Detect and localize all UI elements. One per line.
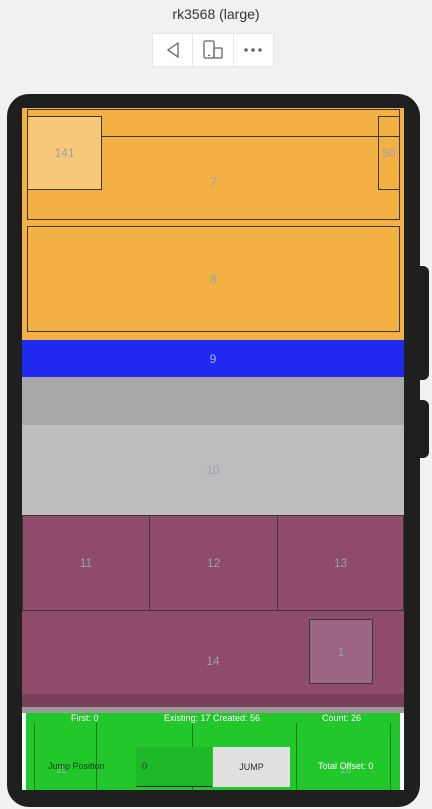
item-8-label: 8 (210, 272, 217, 286)
count-text: Count: 26 (322, 713, 362, 723)
more-button[interactable] (234, 34, 273, 66)
device-rotate-icon (203, 40, 223, 59)
total-offset-text: Total Offset: 0 (318, 761, 374, 771)
gray-band (22, 377, 404, 425)
device-screen: 7 141 50 8 9 10 11 12 13 14 1 First: 0 E… (22, 108, 404, 790)
list-item-10[interactable]: 10 (22, 425, 404, 515)
grid-item-13[interactable]: 13 (277, 515, 404, 611)
panel-divider (34, 723, 35, 790)
existing-created-text: Existing: 17 Created: 56 (164, 713, 261, 723)
jump-position-label: Jump Position (48, 761, 105, 771)
volume-button (420, 266, 429, 380)
first-index-text: First: 0 (71, 713, 99, 723)
device-toolbar (152, 33, 274, 67)
control-panel: First: 0 Existing: 17 Created: 56 Count:… (26, 713, 400, 790)
list-item-9[interactable]: 9 (22, 340, 404, 377)
badge-item-1[interactable]: 1 (309, 619, 373, 684)
jump-position-input[interactable]: 0 (136, 747, 212, 787)
power-button (420, 400, 429, 458)
panel-divider (390, 723, 391, 790)
grid-item-12[interactable]: 12 (149, 515, 278, 611)
panel-divider (296, 723, 297, 790)
grid-item-11[interactable]: 11 (22, 515, 150, 611)
list-item-14[interactable]: 14 1 (22, 611, 404, 707)
jump-input-value: 0 (142, 761, 148, 771)
panel-divider (96, 723, 97, 790)
jump-button[interactable]: JUMP (213, 747, 290, 787)
rotate-device-button[interactable] (193, 34, 232, 66)
window-title: rk3568 (large) (172, 6, 260, 22)
more-dots-icon (244, 48, 263, 52)
list-item-8[interactable]: 8 (27, 226, 400, 332)
back-button[interactable] (153, 34, 192, 66)
purple-edge (22, 694, 404, 707)
list-item-141[interactable]: 141 (27, 116, 102, 190)
list-item-50[interactable]: 50 (378, 116, 400, 190)
triangle-left-icon (166, 41, 179, 59)
